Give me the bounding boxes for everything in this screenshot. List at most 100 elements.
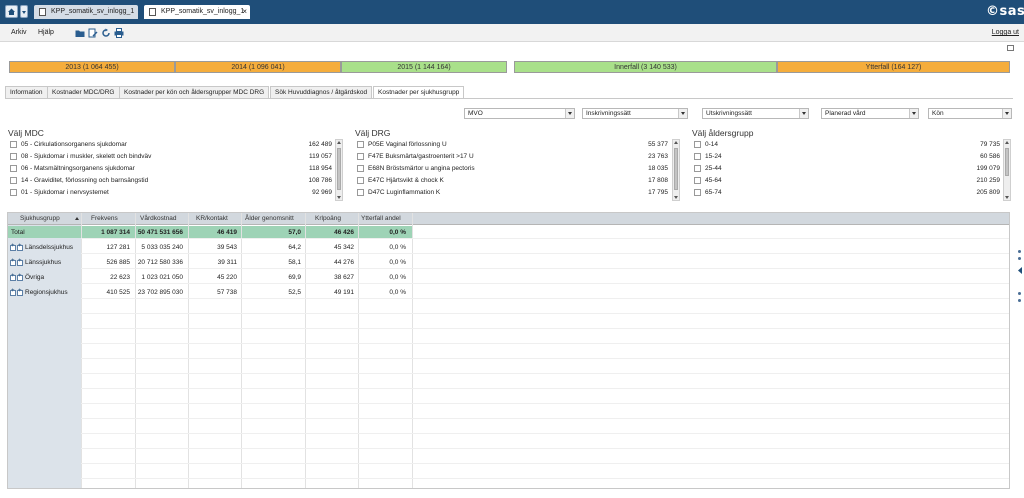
filter-planerad-vard-select[interactable]: Planerad vård (821, 108, 919, 119)
checkbox[interactable] (694, 153, 701, 160)
scroll-thumb[interactable] (674, 148, 678, 190)
scroll-thumb[interactable] (1005, 148, 1009, 176)
folder-open-icon[interactable] (75, 28, 85, 38)
tab-information[interactable]: Information (5, 86, 48, 98)
total-krlpoang: 46 426 (334, 229, 354, 236)
total-frekvens: 1 087 314 (101, 229, 130, 236)
checkbox[interactable] (10, 165, 17, 172)
col-header-krlpoang[interactable]: Krlpoäng (315, 215, 341, 222)
year-bar-2014[interactable]: 2014 (1 096 041) (175, 61, 341, 73)
menu-arkiv[interactable]: Arkiv (11, 29, 27, 36)
expand-icon[interactable] (17, 288, 23, 296)
expand-icon[interactable] (10, 273, 16, 281)
collapse-panel-button[interactable] (1007, 45, 1014, 51)
checkbox[interactable] (10, 141, 17, 148)
age-scrollbar[interactable] (1003, 139, 1011, 201)
splitter-handle[interactable] (1018, 299, 1021, 302)
filter-mvo-select[interactable]: MVO (464, 108, 575, 119)
list-item[interactable]: D47C Luginflammation K 17 795 (355, 187, 670, 199)
mdc-scrollbar[interactable] (335, 139, 343, 201)
expand-icon[interactable] (10, 288, 16, 296)
close-tab-icon[interactable]: × (242, 5, 247, 19)
list-item[interactable]: E68N Bröstsmärtor u angina pectoris 18 03… (355, 163, 670, 175)
sort-ascending-icon[interactable] (75, 217, 79, 220)
scroll-down-icon[interactable] (673, 194, 679, 200)
expand-icon[interactable] (17, 243, 23, 251)
collapse-arrow-icon[interactable] (1018, 267, 1023, 274)
list-item[interactable]: 65-74 205 809 (692, 187, 1002, 199)
checkbox[interactable] (10, 177, 17, 184)
home-menu-dropdown[interactable] (20, 5, 28, 18)
col-header-vardkostnad[interactable]: Vårdkostnad (140, 215, 177, 222)
checkbox[interactable] (357, 177, 364, 184)
tab-report-2-active[interactable]: KPP_somatik_sv_inlogg_1 × (144, 5, 250, 19)
tab-sok-huvuddiagnos[interactable]: Sök Huvuddiagnos / åtgärdskod (270, 86, 373, 98)
year-bar-2015[interactable]: 2015 (1 144 164) (341, 61, 507, 73)
chevron-down-icon (799, 109, 808, 118)
list-item[interactable]: 05 - Cirkulationsorganens sjukdomar 162 4… (8, 139, 334, 151)
list-item[interactable]: 25-44 199 079 (692, 163, 1002, 175)
list-item[interactable]: E47C Hjärtsvikt & chock K 17 808 (355, 175, 670, 187)
logout-link[interactable]: Logga ut (992, 29, 1019, 36)
checkbox[interactable] (10, 153, 17, 160)
home-button[interactable] (5, 5, 18, 18)
total-kr-kontakt: 46 419 (217, 229, 237, 236)
col-header-frekvens[interactable]: Frekvens (91, 215, 118, 222)
tab-kostnader-mdc-drg[interactable]: Kostnader MDC/DRG (47, 86, 120, 98)
filter-utskrivningssatt-select[interactable]: Utskrivningssätt (702, 108, 809, 119)
refresh-icon[interactable] (101, 28, 111, 38)
checkbox[interactable] (694, 141, 701, 148)
expand-icon[interactable] (10, 243, 16, 251)
case-bar-innerfall[interactable]: Innerfall (3 140 533) (514, 61, 777, 73)
checkbox[interactable] (10, 189, 17, 196)
checkbox[interactable] (694, 177, 701, 184)
list-item[interactable]: P05E Vaginal förlossning U 55 377 (355, 139, 670, 151)
list-item[interactable]: 06 - Matsmältningsorganens sjukdomar 118 … (8, 163, 334, 175)
menu-hjalp[interactable]: Hjälp (38, 29, 54, 36)
row-divider (81, 238, 1009, 239)
drg-scrollbar[interactable] (672, 139, 680, 201)
tab-report-1[interactable]: KPP_somatik_sv_inlogg_1 (34, 5, 138, 19)
checkbox[interactable] (357, 141, 364, 148)
checkbox[interactable] (694, 165, 701, 172)
checkbox[interactable] (357, 165, 364, 172)
list-item[interactable]: F47E Buksmärta/gastroenterit >17 U 23 763 (355, 151, 670, 163)
document-icon (39, 8, 46, 16)
list-item[interactable]: 01 - Sjukdomar i nervsystemet 92 969 (8, 187, 334, 199)
year-bar-2013[interactable]: 2013 (1 064 455) (9, 61, 175, 73)
checkbox[interactable] (357, 189, 364, 196)
col-header-sjukhusgrupp[interactable]: Sjukhusgrupp (20, 215, 60, 222)
tab-kostnader-sjukhusgrupp[interactable]: Kostnader per sjukhusgrupp (373, 86, 465, 98)
scroll-down-icon[interactable] (336, 194, 342, 200)
list-item[interactable]: 45-64 210 259 (692, 175, 1002, 187)
expand-icon[interactable] (10, 258, 16, 266)
list-item[interactable]: 08 - Sjukdomar i muskler, skelett och bi… (8, 151, 334, 163)
list-item[interactable]: 0-14 79 735 (692, 139, 1002, 151)
expand-icon[interactable] (17, 258, 23, 266)
scroll-thumb[interactable] (337, 148, 341, 190)
list-item[interactable]: 14 - Graviditet, förlossning och barnsän… (8, 175, 334, 187)
col-header-kr-kontakt[interactable]: KR/kontakt (196, 215, 228, 222)
row-divider (81, 268, 1009, 269)
print-icon[interactable] (114, 28, 124, 38)
scroll-up-icon[interactable] (336, 140, 342, 146)
splitter-handle[interactable] (1018, 257, 1021, 260)
checkbox[interactable] (694, 189, 701, 196)
splitter-handle[interactable] (1018, 292, 1021, 295)
tab-kostnader-kon-alder[interactable]: Kostnader per kön och åldersgrupper MDC … (119, 86, 270, 98)
checkbox[interactable] (357, 153, 364, 160)
expand-icon[interactable] (17, 273, 23, 281)
col-header-ytterfall[interactable]: Ytterfall andel (361, 215, 401, 222)
scroll-up-icon[interactable] (673, 140, 679, 146)
scroll-down-icon[interactable] (1004, 194, 1010, 200)
total-row-label: Total (11, 229, 25, 236)
case-bar-ytterfall[interactable]: Ytterfall (164 127) (777, 61, 1010, 73)
col-header-alder[interactable]: Ålder genomsnitt (245, 215, 294, 222)
filter-kon-select[interactable]: Kön (928, 108, 1012, 119)
scroll-up-icon[interactable] (1004, 140, 1010, 146)
splitter-handle[interactable] (1018, 250, 1021, 253)
edit-doc-icon[interactable] (88, 28, 98, 38)
mdc-panel-title: Välj MDC (8, 128, 44, 138)
filter-inskrivningssatt-select[interactable]: Inskrivningssätt (582, 108, 688, 119)
list-item[interactable]: 15-24 60 586 (692, 151, 1002, 163)
